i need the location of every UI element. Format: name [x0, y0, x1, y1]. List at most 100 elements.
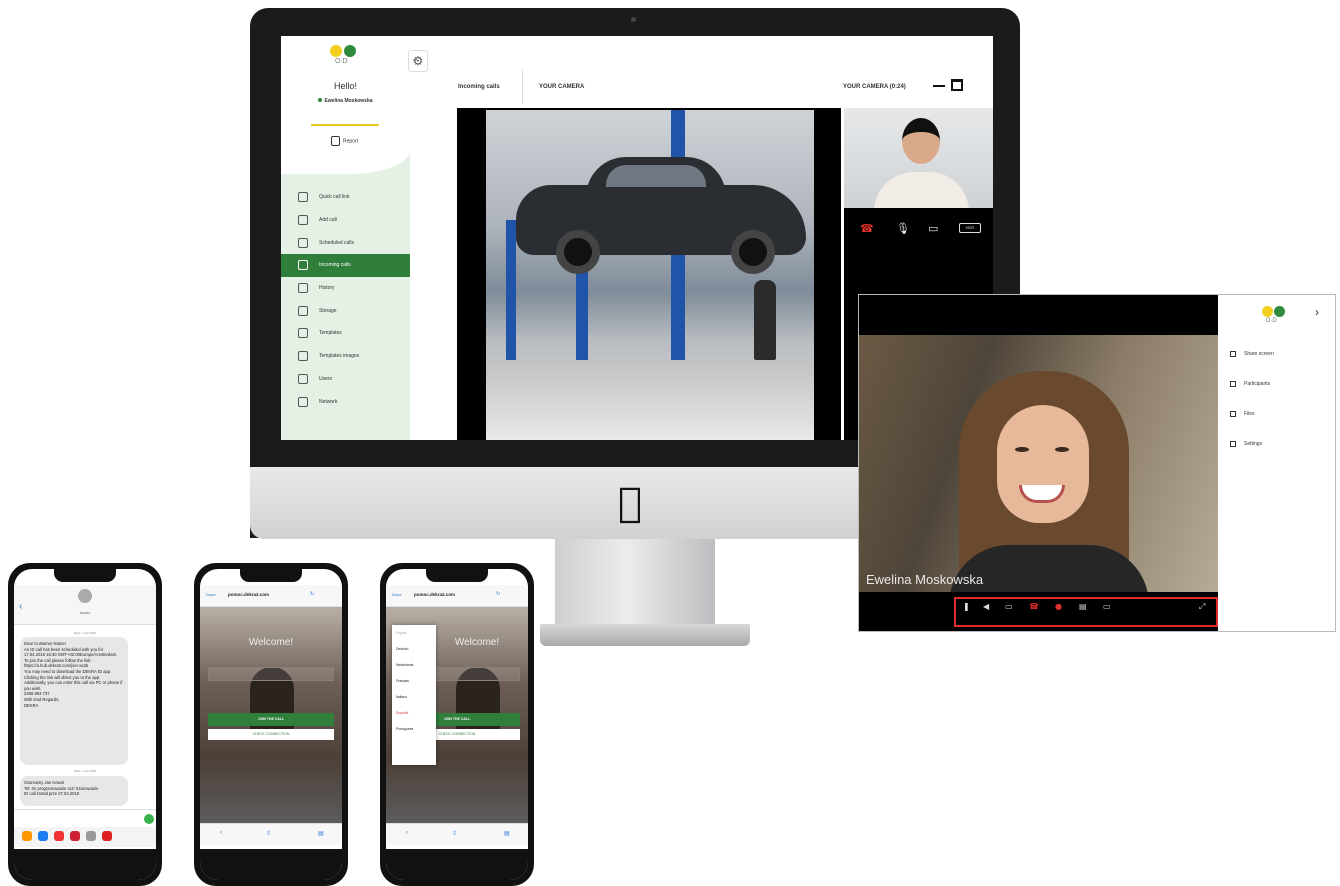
tab-your-camera[interactable]: YOUR CAMERA: [539, 70, 584, 104]
minimize-button[interactable]: [933, 85, 945, 87]
menu-label: Share screen: [1244, 351, 1274, 357]
bookmarks-icon[interactable]: ▤: [504, 830, 510, 837]
hang-up-icon[interactable]: ☎: [1029, 602, 1039, 611]
language-option[interactable]: English: [392, 625, 436, 641]
speaker-icon[interactable]: ◀: [983, 602, 989, 611]
sms-bubble: Dear Customer Name! An ID call has been …: [20, 637, 128, 765]
done-button[interactable]: Done: [392, 592, 402, 597]
person-eye: [1015, 447, 1029, 452]
microphone-icon[interactable]: 🎙: [896, 222, 910, 235]
done-button[interactable]: Done: [206, 592, 216, 597]
sidebar-item-incoming-calls[interactable]: Incoming calls: [281, 254, 410, 277]
bookmarks-icon[interactable]: ▤: [318, 830, 324, 837]
sidebar-item-label: History: [319, 285, 335, 292]
logo-yellow-dot: [330, 45, 342, 57]
phone-screen: Done pomoc.dekra2.com ↻ Welcome! JOIN TH…: [386, 569, 528, 880]
fullscreen-icon[interactable]: ⤢: [1199, 602, 1205, 612]
menu-participants[interactable]: Participants: [1230, 381, 1270, 387]
images-icon: [298, 351, 308, 362]
sidebar-item-templates-images[interactable]: Templates images: [281, 345, 410, 368]
phone-notch: [54, 569, 116, 582]
share-icon[interactable]: ⇧: [452, 830, 457, 837]
language-option[interactable]: Deutsch: [392, 641, 436, 657]
sidebar-item-add-call[interactable]: Add call: [281, 209, 410, 232]
person-eye: [1055, 447, 1069, 452]
sidebar-item-users[interactable]: Users: [281, 368, 410, 391]
camera-icon[interactable]: ▭: [1005, 602, 1013, 611]
settings-gear-button[interactable]: ⚙ Info: [408, 50, 428, 72]
check-connection-button[interactable]: CHECK CONNECTION: [208, 729, 334, 740]
content-gutter: [410, 36, 449, 440]
users-icon: [298, 373, 308, 384]
reload-icon[interactable]: ↻: [496, 591, 500, 597]
welcome-heading: Welcome!: [248, 637, 294, 648]
record-icon[interactable]: ●: [1055, 602, 1062, 611]
sidebar-item-scheduled-calls[interactable]: Scheduled calls: [281, 231, 410, 254]
app-icon[interactable]: [38, 831, 48, 841]
url-text: pomoc.dekra2.com: [228, 592, 270, 597]
share-icon[interactable]: ⇧: [266, 830, 271, 837]
clock-icon: [298, 283, 308, 294]
language-option[interactable]: Español: [392, 705, 436, 721]
chevron-right-icon[interactable]: ›: [1315, 305, 1319, 319]
join-call-button[interactable]: JOIN THE CALL: [208, 713, 334, 726]
language-option[interactable]: Italiano: [392, 689, 436, 705]
menu-files[interactable]: Files: [1230, 411, 1255, 417]
car-on-lift: [516, 157, 806, 274]
tab-incoming-calls[interactable]: Incoming calls: [449, 70, 523, 104]
sms-bubble: Szanowny Jan Kowal Tel: 0o programowanie…: [20, 776, 128, 806]
app-icon[interactable]: [22, 831, 32, 841]
app-icon[interactable]: [70, 831, 80, 841]
sidebar-item-history[interactable]: History: [281, 277, 410, 300]
sidebar-item-templates[interactable]: Templates: [281, 322, 410, 345]
logo-text: Ɑ·D: [335, 58, 348, 65]
app-icon[interactable]: [54, 831, 64, 841]
sidebar-item-label: Templates images: [319, 353, 360, 360]
camera-icon[interactable]: ▭: [928, 222, 938, 235]
home-area: [200, 849, 342, 880]
reload-icon[interactable]: ↻: [310, 591, 314, 597]
car-window: [606, 165, 706, 187]
browser-url-bar[interactable]: Done pomoc.dekra2.com ↻: [200, 585, 342, 607]
app-icon[interactable]: [102, 831, 112, 841]
phone-incoming-icon: [298, 260, 308, 271]
message-input[interactable]: [14, 809, 156, 829]
share-screen-icon: [1230, 351, 1236, 357]
app-drawer: [14, 827, 156, 847]
language-option[interactable]: Français: [392, 673, 436, 689]
message-date: Wed, 4 Jul 2018: [74, 631, 96, 635]
network-icon: [298, 396, 308, 407]
phone-screen: ‹ DEKRA Wed, 4 Jul 2018 Dear Customer Na…: [14, 569, 156, 880]
hdr-toggle[interactable]: HDR: [959, 223, 981, 233]
participants-icon: [1230, 381, 1236, 387]
back-icon[interactable]: ‹: [220, 830, 222, 836]
hang-up-icon[interactable]: ☎: [860, 222, 874, 235]
language-option[interactable]: Portuguese: [392, 721, 436, 737]
browser-toolbar: ‹ ⇧ ▤: [386, 823, 528, 845]
hd-icon[interactable]: ▭: [1103, 602, 1111, 611]
imac-stand-neck: [555, 539, 715, 631]
sidebar-item-label: Quick call link: [319, 194, 350, 201]
menu-share-screen[interactable]: Share screen: [1230, 351, 1274, 357]
phone-notch: [240, 569, 302, 582]
back-icon[interactable]: ‹: [406, 830, 408, 836]
name-input[interactable]: [208, 667, 334, 681]
sidebar-item-network[interactable]: Network: [281, 390, 410, 413]
apple-logo-icon: : [618, 480, 642, 526]
pause-icon[interactable]: ❚: [963, 602, 970, 611]
send-icon[interactable]: [144, 814, 154, 824]
phone-notch: [426, 569, 488, 582]
browser-url-bar[interactable]: Done pomoc.dekra2.com ↻: [386, 585, 528, 607]
language-option[interactable]: Nederlands: [392, 657, 436, 673]
maximize-button[interactable]: [951, 79, 963, 91]
sidebar-item-storage[interactable]: Storage: [281, 299, 410, 322]
report-button[interactable]: Report: [331, 136, 358, 146]
phone-plus-icon: [298, 215, 308, 226]
chat-icon[interactable]: ▤: [1079, 602, 1087, 611]
calendar-icon: [298, 237, 308, 248]
logo-green-dot: [344, 45, 356, 57]
sidebar-item-quick-call-link[interactable]: Quick call link: [281, 186, 410, 209]
menu-settings[interactable]: Settings: [1230, 441, 1262, 447]
app-icon[interactable]: [86, 831, 96, 841]
phone-screen: Done pomoc.dekra2.com ↻ Welcome! JOIN TH…: [200, 569, 342, 880]
